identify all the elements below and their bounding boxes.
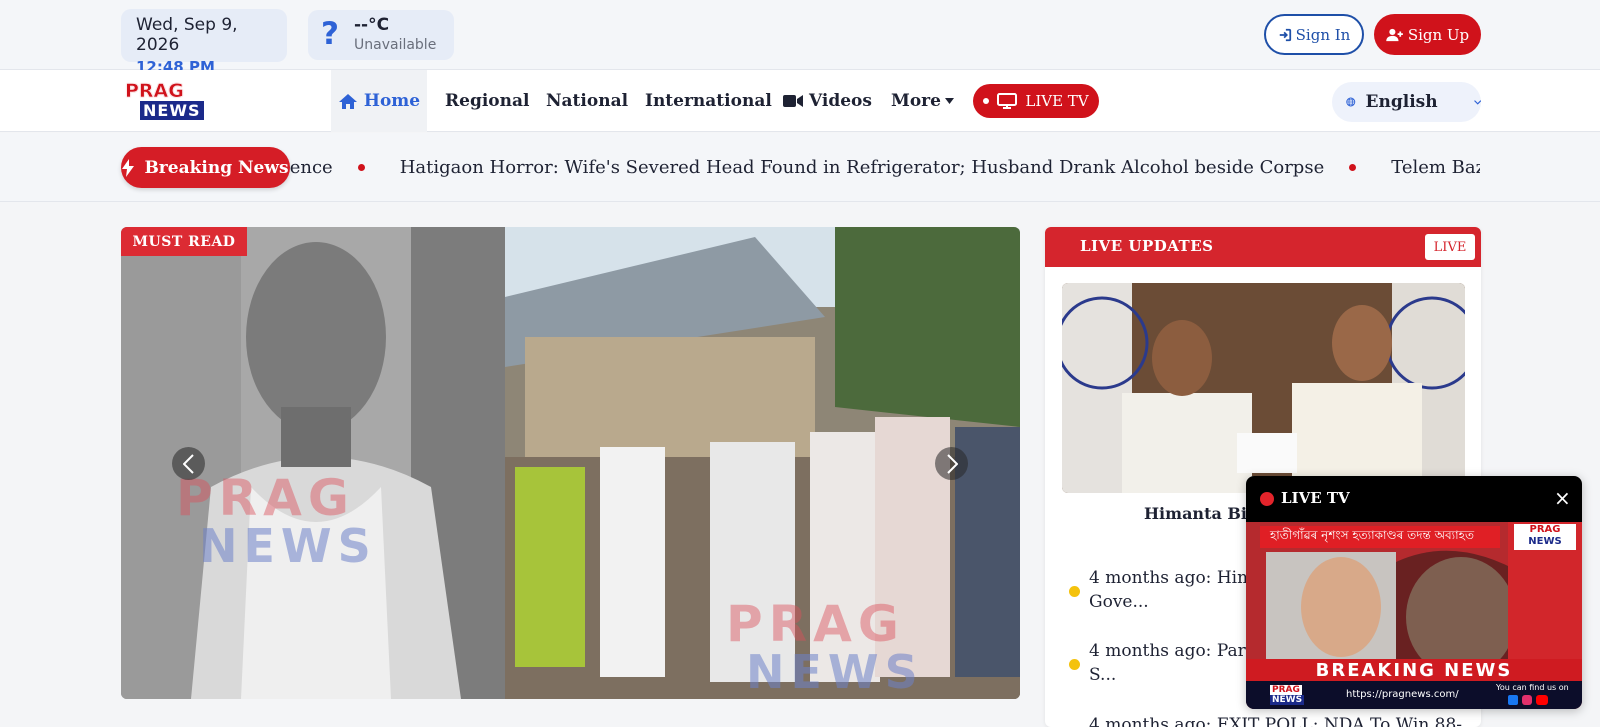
recording-dot-icon (1260, 492, 1274, 506)
live-tv-label: LIVE TV (1025, 92, 1089, 110)
logo-line-1: PRAG (125, 80, 184, 102)
nav-item-international[interactable]: International (645, 70, 772, 132)
current-date: Wed, Sep 9, 2026 (136, 15, 238, 55)
live-tv-video[interactable]: হাতীগাঁৱৰ নৃশংস হত্যাকাণ্ডৰ তদন্ত অব্যাহ… (1246, 522, 1582, 709)
update-bullet-icon (1069, 586, 1080, 597)
ticker-track: Residence Hatigaon Horror: Wife's Severe… (290, 133, 1480, 201)
live-tv-logo-line-2: NEWS (1528, 536, 1562, 547)
nav-home-label: Home (363, 91, 421, 111)
nav-item-more[interactable]: More (891, 70, 954, 132)
caret-down-icon (944, 98, 954, 104)
carousel-next-button[interactable] (935, 447, 968, 480)
ticker-item[interactable]: Residence (290, 157, 333, 178)
nav-videos-label: Videos (809, 91, 872, 111)
watermark-news: NEWS (746, 645, 924, 699)
breaking-news-text: Breaking News (144, 157, 289, 178)
nav-national-label: National (546, 91, 629, 111)
floating-live-tv-player[interactable]: LIVE TV × হাতীগাঁৱৰ নৃশংস হত্যাকাণ্ডৰ তদ… (1246, 476, 1582, 709)
sign-in-label: Sign In (1295, 25, 1351, 44)
chevron-left-icon (182, 453, 194, 474)
date-time-card: Wed, Sep 9, 2026 12:48 PM (121, 9, 287, 76)
carousel-prev-button[interactable] (172, 447, 205, 480)
live-tv-footer-logo: PRAG (1270, 685, 1302, 695)
weather-unknown-icon: ? (321, 16, 339, 52)
ticker-inner: Residence Hatigaon Horror: Wife's Severe… (290, 133, 1480, 201)
weather-status: Unavailable (354, 37, 437, 53)
nav-regional-label: Regional (445, 91, 530, 111)
language-selector[interactable]: English (1332, 82, 1481, 122)
tv-icon (997, 93, 1018, 109)
featured-story-carousel[interactable]: PRAG NEWS PRAG NEWS (121, 227, 1020, 699)
nav-item-national[interactable]: National (546, 70, 628, 132)
live-tv-footer-logo-2: NEWS (1270, 695, 1305, 705)
youtube-icon (1536, 695, 1548, 705)
live-tv-breaking-banner: BREAKING NEWS (1246, 659, 1582, 681)
prag-news-logo[interactable]: PRAG NEWS (125, 81, 207, 121)
ticker-item[interactable]: Hatigaon Horror: Wife's Severed Head Fou… (400, 157, 1325, 178)
close-icon[interactable]: × (1554, 486, 1571, 510)
live-update-item[interactable]: 4 months ago: EXIT POLL: NDA To Win 88-1… (1089, 713, 1469, 727)
live-tv-url: https://pragnews.com/ (1346, 689, 1459, 700)
temperature: --°C (354, 15, 390, 35)
user-plus-icon (1386, 28, 1403, 41)
live-tv-logo-line-1: PRAG (1529, 524, 1561, 535)
bolt-icon (122, 158, 135, 177)
live-tv-button[interactable]: LIVE TV (973, 84, 1099, 118)
live-updates-header: LIVE UPDATES LIVE (1045, 227, 1481, 267)
weather-card: ? --°C Unavailable (308, 10, 454, 60)
nav-item-videos[interactable]: Videos (783, 70, 872, 132)
live-tv-find-us: You can find us on (1496, 683, 1569, 692)
chevron-down-icon (1473, 99, 1481, 105)
watermark-news: NEWS (199, 519, 377, 573)
nav-more-label: More (891, 91, 941, 111)
live-dot-icon (983, 98, 990, 104)
live-updates-title: LIVE UPDATES (1080, 237, 1214, 255)
ticker-separator (357, 164, 365, 171)
nav-item-regional[interactable]: Regional (445, 70, 529, 132)
language-label: English (1365, 92, 1438, 112)
nav-international-label: International (645, 91, 772, 111)
update-bullet-icon (1069, 659, 1080, 670)
chevron-right-icon (946, 453, 958, 474)
live-tv-strip: হাতীগাঁৱৰ নৃশংস হত্যাকাণ্ডৰ তদন্ত অব্যাহ… (1260, 526, 1500, 548)
ticker-separator (1349, 164, 1357, 171)
live-tv-player-title: LIVE TV (1281, 489, 1350, 507)
ticker-item[interactable]: Telem Bazaar Tragedy: (1391, 157, 1480, 178)
top-utility-bar: Wed, Sep 9, 2026 12:48 PM ? --°C Unavail… (0, 0, 1600, 76)
must-read-badge: MUST READ (121, 227, 247, 256)
nav-item-home[interactable]: Home (331, 70, 427, 132)
breaking-news-label: Breaking News (121, 147, 290, 188)
facebook-icon (1508, 695, 1518, 705)
live-update-image[interactable] (1062, 283, 1465, 493)
video-camera-icon (783, 95, 803, 107)
live-tv-player-header: LIVE TV × (1246, 476, 1582, 522)
sign-up-button[interactable]: Sign Up (1374, 14, 1481, 55)
live-badge: LIVE (1425, 234, 1475, 260)
sign-in-button[interactable]: Sign In (1264, 14, 1364, 55)
instagram-icon (1522, 695, 1532, 705)
live-update-photo (1062, 283, 1465, 493)
logo-line-2: NEWS (140, 101, 204, 120)
sign-in-icon (1279, 28, 1291, 41)
sign-up-label: Sign Up (1407, 25, 1470, 44)
live-tv-footer: PRAG NEWS https://pragnews.com/ You can … (1246, 681, 1582, 709)
main-navigation: PRAG NEWS Home Regional National Interna… (0, 70, 1600, 132)
home-icon (338, 93, 357, 109)
live-tv-logo: PRAG NEWS (1514, 524, 1576, 550)
globe-icon (1346, 97, 1356, 107)
